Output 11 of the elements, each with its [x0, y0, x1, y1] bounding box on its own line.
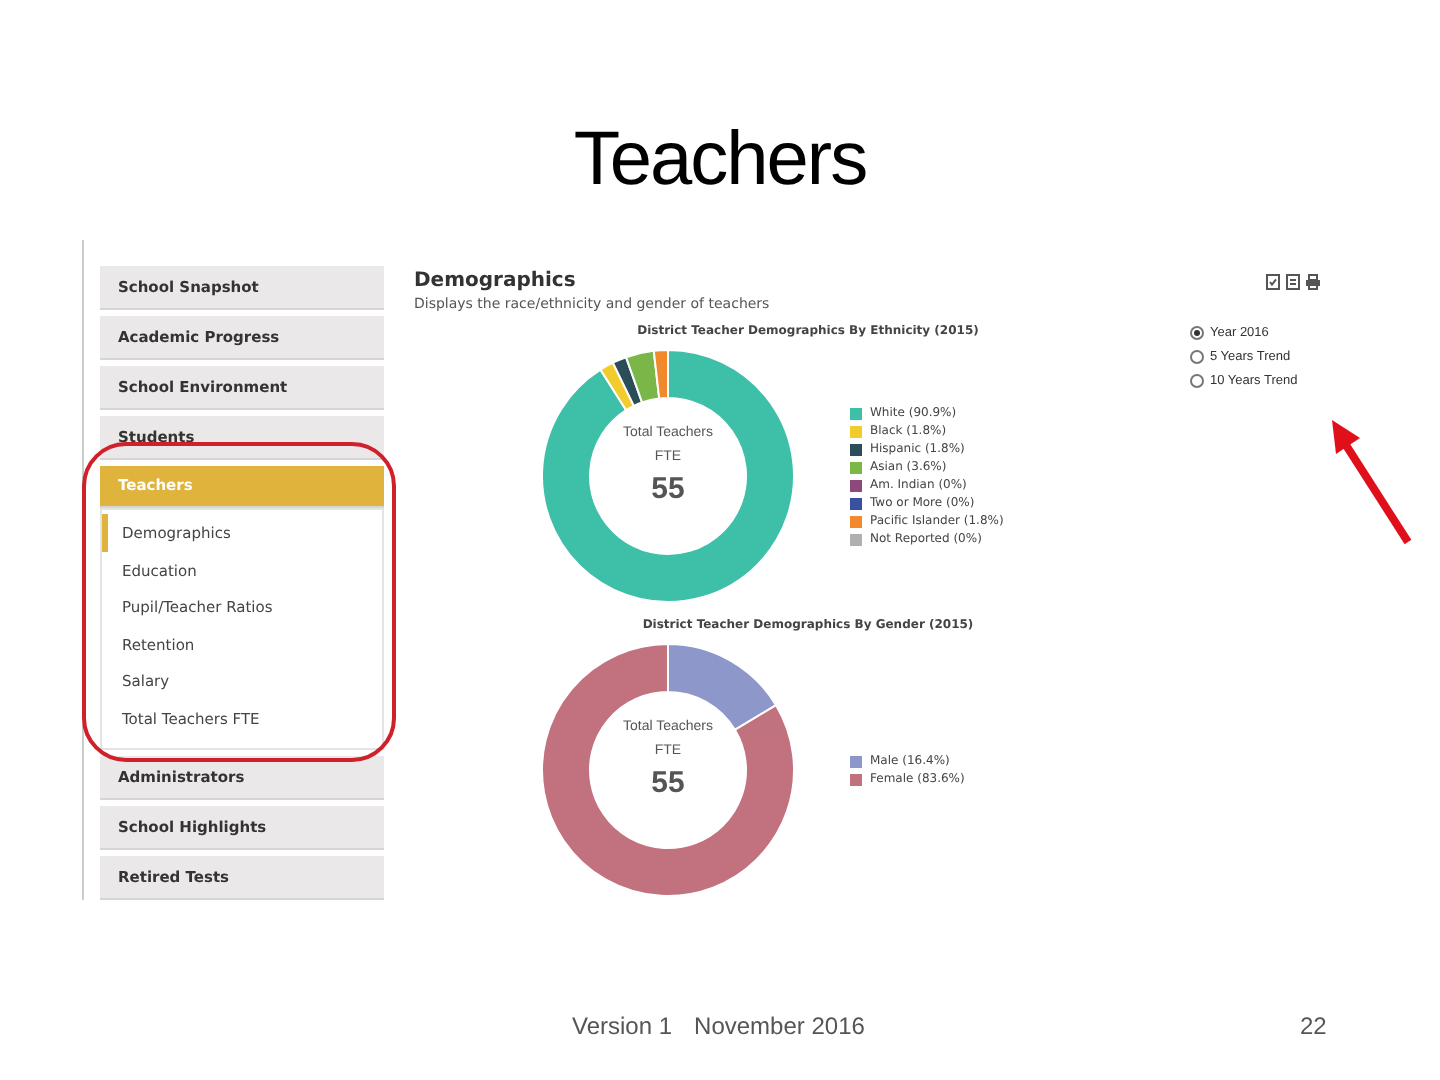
slide-title: Teachers	[573, 116, 867, 206]
center-value: 55	[651, 766, 685, 800]
footer-version: Version 1	[572, 1012, 673, 1040]
page-number: 22	[1300, 1012, 1327, 1040]
document-icon[interactable]	[1286, 274, 1300, 290]
footer-date: November 2016	[694, 1012, 865, 1040]
document-icon[interactable]	[1266, 274, 1280, 290]
center-value: 55	[651, 472, 685, 506]
printer-icon[interactable]	[1306, 274, 1320, 290]
pointer-arrow	[1332, 420, 1412, 545]
section-heading: Demographics	[414, 270, 578, 292]
